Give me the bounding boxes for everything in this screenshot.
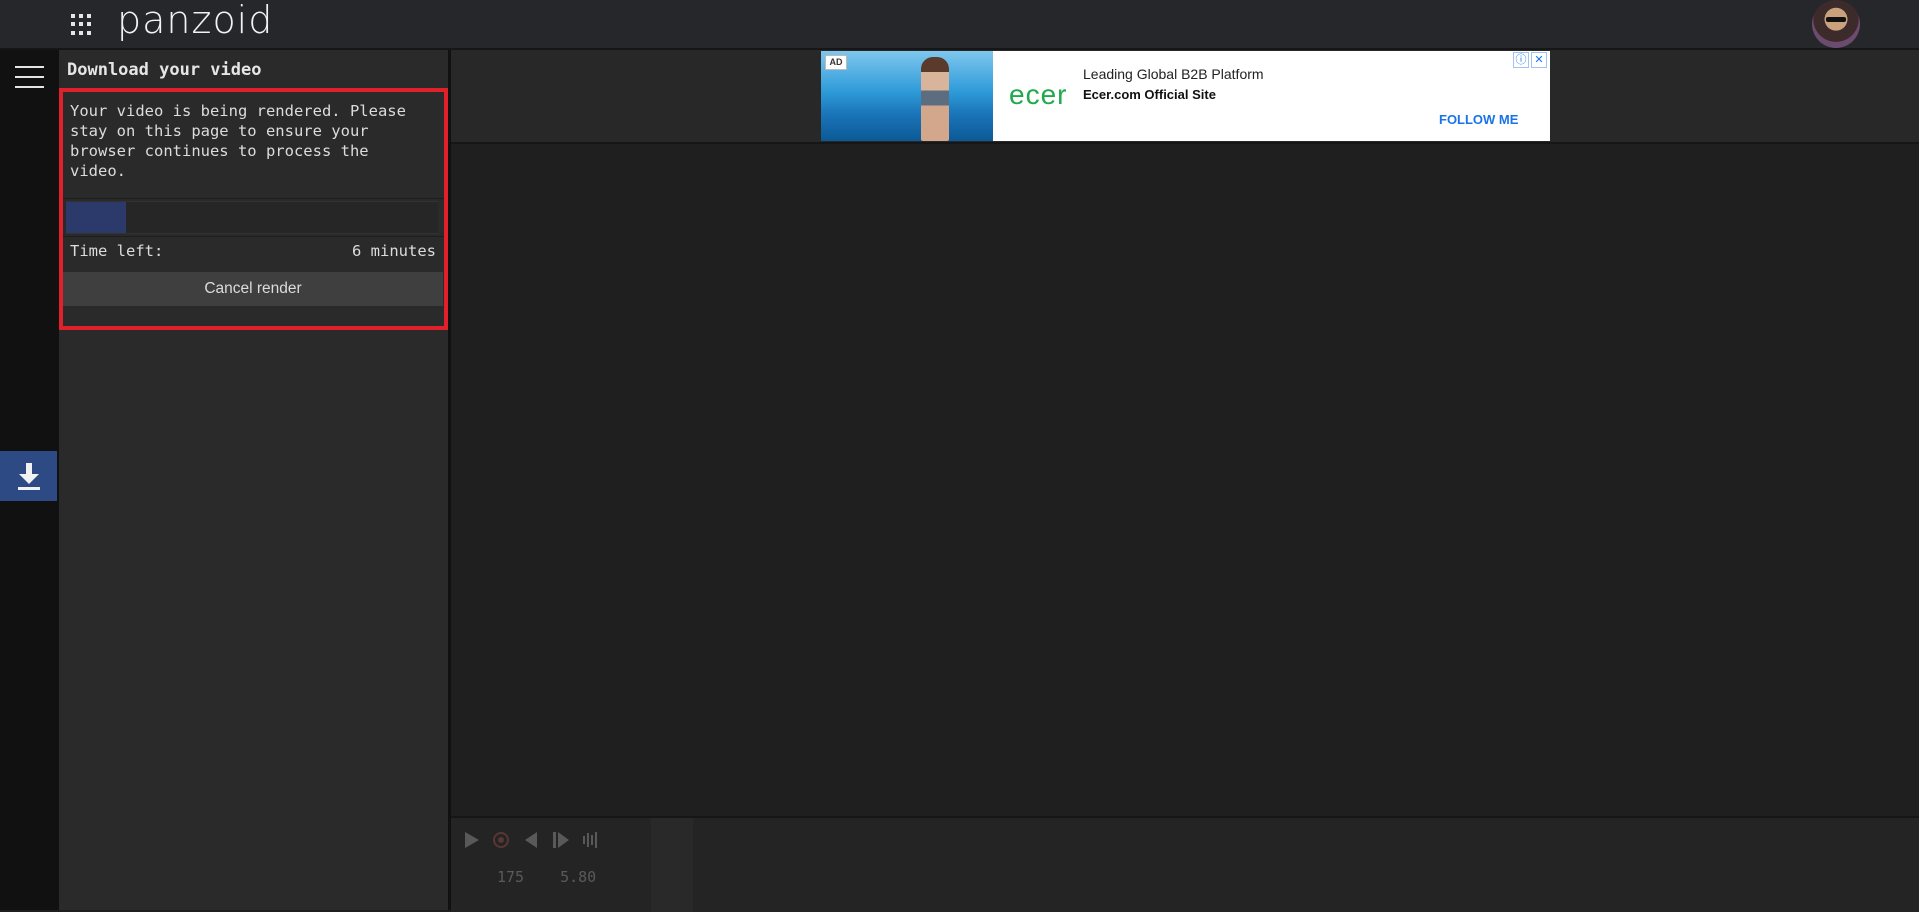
cancel-render-button[interactable]: Cancel render [63,272,443,306]
ad-info-icon[interactable]: ⓘ [1513,52,1529,68]
play-icon[interactable] [461,830,481,850]
time-left-row: Time left: 6 minutes [70,242,436,260]
user-avatar[interactable] [1812,0,1860,48]
playback-controls [461,830,661,850]
avatar-glasses [1826,17,1846,22]
panel-title: Download your video [67,60,262,80]
ad-controls: ⓘ ✕ [1513,52,1547,68]
timeline-readouts: 175 5.80 [497,868,596,886]
audio-waveform-icon[interactable] [581,830,601,850]
ad-banner[interactable]: AD ecer Leading Global B2B Platform Ecer… [821,51,1550,141]
render-status-box: Your video is being rendered. Please sta… [59,88,445,320]
record-icon[interactable] [491,830,511,850]
preview-canvas[interactable] [451,144,1919,814]
render-message: Your video is being rendered. Please sta… [70,102,406,180]
step-back-icon[interactable] [521,830,541,850]
apps-grid-icon[interactable] [71,14,93,36]
hamburger-icon[interactable] [15,66,44,88]
readout-1: 175 [497,868,525,886]
time-left-label: Time left: [70,242,164,260]
ad-headline[interactable]: Leading Global B2B Platform [1083,66,1264,82]
ad-close-icon[interactable]: ✕ [1531,52,1547,68]
timeline-bar: 175 5.80 [451,816,1919,912]
step-forward-icon[interactable] [551,830,571,850]
ad-image-figure [921,57,949,141]
readout-2: 5.80 [560,868,597,886]
left-rail [0,50,59,910]
timeline-track-block[interactable] [651,818,693,912]
divider [59,236,445,237]
render-progress-fill [66,202,126,233]
ad-badge: AD [825,55,847,70]
time-left-value: 6 minutes [352,242,436,260]
download-panel: Download your video Your video is being … [59,50,451,910]
render-progress-bar [66,201,438,234]
divider [59,198,445,199]
download-icon [17,463,40,490]
top-bar: panzoid [0,0,1919,50]
ad-follow-button[interactable]: FOLLOW ME [1439,112,1518,127]
panzoid-logo[interactable]: panzoid [117,0,273,42]
download-tab-button[interactable] [0,451,57,501]
ad-brand-logo[interactable]: ecer [1009,79,1067,111]
ad-site-name[interactable]: Ecer.com Official Site [1083,87,1216,102]
